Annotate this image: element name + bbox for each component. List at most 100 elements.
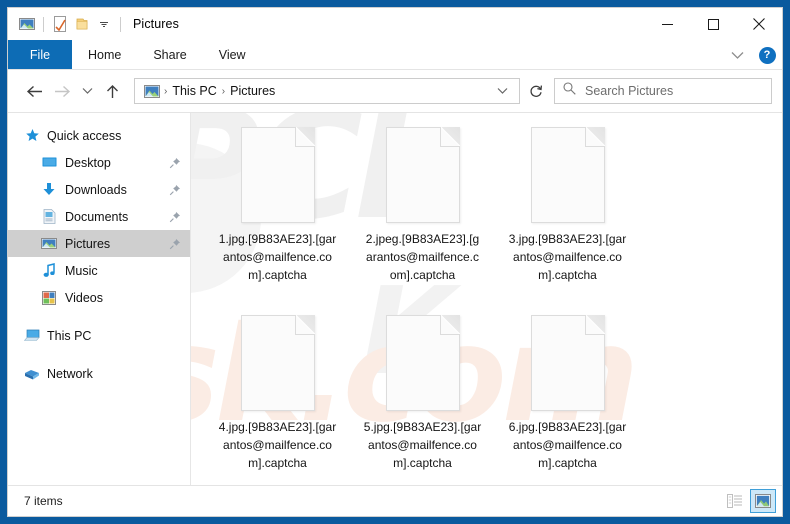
back-button[interactable] — [20, 77, 48, 105]
file-thumbnail — [385, 127, 460, 223]
tab-home[interactable]: Home — [72, 40, 137, 69]
sidebar-item-this-pc[interactable]: This PC — [8, 322, 190, 349]
star-icon — [22, 126, 42, 146]
view-mode-buttons — [722, 489, 776, 513]
refresh-button[interactable] — [522, 78, 550, 104]
breadcrumb-pictures[interactable]: Pictures — [226, 84, 279, 98]
sidebar-item-label: Music — [65, 263, 98, 278]
page-fold-icon — [294, 127, 315, 147]
pin-icon[interactable] — [168, 156, 182, 170]
search-input[interactable]: Search Pictures — [554, 78, 772, 104]
file-item[interactable]: 2.jpeg.[9B83AE23].[garantos@mailfence.co… — [350, 121, 495, 309]
file-name-label: 1.jpg.[9B83AE23].[garantos@mailfence.com… — [218, 232, 337, 282]
file-thumbnail — [385, 315, 460, 411]
title-bar: Pictures — [8, 8, 782, 40]
search-placeholder: Search Pictures — [585, 84, 674, 98]
properties-checkmark-icon[interactable] — [49, 13, 71, 35]
recent-locations-button[interactable] — [76, 77, 98, 105]
generic-file-icon — [385, 315, 460, 411]
address-bar[interactable]: › This PC › Pictures — [134, 78, 520, 104]
customize-dropdown-icon[interactable] — [93, 13, 115, 35]
address-pictures-icon — [141, 80, 163, 102]
sidebar-item-label: Downloads — [65, 182, 127, 197]
file-name-label: 3.jpg.[9B83AE23].[garantos@mailfence.com… — [508, 232, 627, 282]
navigation-pane: Quick access Desktop Downloads Documents… — [8, 113, 191, 485]
forward-button[interactable] — [48, 77, 76, 105]
search-icon — [563, 82, 576, 100]
generic-file-icon — [240, 127, 315, 223]
sidebar-item-documents[interactable]: Documents — [8, 203, 190, 230]
downloads-icon — [39, 180, 59, 200]
chevron-down-icon[interactable] — [724, 42, 750, 68]
file-grid: 1.jpg.[9B83AE23].[garantos@mailfence.com… — [205, 121, 782, 485]
videos-icon — [39, 288, 59, 308]
tab-share[interactable]: Share — [137, 40, 202, 69]
close-button[interactable] — [736, 8, 782, 40]
sidebar-item-downloads[interactable]: Downloads — [8, 176, 190, 203]
tab-view[interactable]: View — [203, 40, 262, 69]
documents-icon — [39, 207, 59, 227]
pin-icon[interactable] — [168, 183, 182, 197]
generic-file-icon — [385, 127, 460, 223]
window-controls — [644, 8, 782, 40]
sidebar-gap-1 — [8, 311, 190, 322]
sidebar-item-label: Videos — [65, 290, 103, 305]
sidebar-item-label: Network — [47, 366, 93, 381]
quick-access-toolbar: Pictures — [8, 13, 179, 35]
help-button[interactable]: ? — [756, 42, 778, 68]
page-fold-icon — [294, 315, 315, 335]
file-thumbnail — [240, 315, 315, 411]
generic-file-icon — [240, 315, 315, 411]
ribbon-tab-bar: File Home Share View ? — [8, 40, 782, 70]
sidebar-item-network[interactable]: Network — [8, 360, 190, 387]
up-button[interactable] — [98, 77, 126, 105]
navigation-bar: › This PC › Pictures Search Pictures — [8, 70, 782, 112]
sidebar-item-label: This PC — [47, 328, 92, 343]
file-name-label: 2.jpeg.[9B83AE23].[garantos@mailfence.co… — [365, 232, 480, 282]
breadcrumb-this-pc[interactable]: This PC — [168, 84, 220, 98]
desktop-icon — [39, 153, 59, 173]
sidebar-item-pictures[interactable]: Pictures — [8, 230, 190, 257]
file-name-label: 4.jpg.[9B83AE23].[garantos@mailfence.com… — [218, 420, 337, 470]
file-item[interactable]: 6.jpg.[9B83AE23].[garantos@mailfence.com… — [495, 309, 640, 485]
page-fold-icon — [584, 315, 605, 335]
item-count-label: 7 items — [24, 494, 63, 508]
page-fold-icon — [584, 127, 605, 147]
pin-icon[interactable] — [168, 210, 182, 224]
sidebar-item-label: Pictures — [65, 236, 111, 251]
page-fold-icon — [439, 315, 460, 335]
new-folder-icon[interactable] — [71, 13, 93, 35]
generic-file-icon — [530, 127, 605, 223]
details-view-button[interactable] — [722, 489, 748, 513]
window-title: Pictures — [133, 17, 179, 31]
explorer-window: Pictures File Home Share View ? › This P… — [7, 7, 783, 517]
sidebar-item-quick-access[interactable]: Quick access — [8, 122, 190, 149]
ribbon-right-controls: ? — [724, 40, 778, 70]
file-item[interactable]: 5.jpg.[9B83AE23].[garantos@mailfence.com… — [350, 309, 495, 485]
page-fold-icon — [439, 127, 460, 147]
sidebar-item-music[interactable]: Music — [8, 257, 190, 284]
address-dropdown-icon[interactable] — [489, 78, 515, 104]
pictures-folder-icon[interactable] — [16, 13, 38, 35]
sidebar-item-label: Documents — [65, 209, 129, 224]
large-icons-view-button[interactable] — [750, 489, 776, 513]
toolbar-separator-2 — [120, 16, 121, 32]
minimize-button[interactable] — [644, 8, 690, 40]
explorer-body: Quick access Desktop Downloads Documents… — [8, 112, 782, 485]
network-icon — [22, 364, 42, 384]
sidebar-item-videos[interactable]: Videos — [8, 284, 190, 311]
file-thumbnail — [530, 127, 605, 223]
file-name-label: 6.jpg.[9B83AE23].[garantos@mailfence.com… — [508, 420, 627, 470]
pin-icon[interactable] — [168, 237, 182, 251]
file-item[interactable]: 4.jpg.[9B83AE23].[garantos@mailfence.com… — [205, 309, 350, 485]
generic-file-icon — [530, 315, 605, 411]
sidebar-item-desktop[interactable]: Desktop — [8, 149, 190, 176]
pictures-icon — [39, 234, 59, 254]
maximize-button[interactable] — [690, 8, 736, 40]
file-list-pane[interactable]: PCI K risk.com 1.jpg.[9B83AE23].[garanto… — [191, 113, 782, 485]
status-bar: 7 items — [8, 485, 782, 516]
file-item[interactable]: 1.jpg.[9B83AE23].[garantos@mailfence.com… — [205, 121, 350, 309]
file-thumbnail — [240, 127, 315, 223]
file-item[interactable]: 3.jpg.[9B83AE23].[garantos@mailfence.com… — [495, 121, 640, 309]
tab-file[interactable]: File — [8, 40, 72, 69]
